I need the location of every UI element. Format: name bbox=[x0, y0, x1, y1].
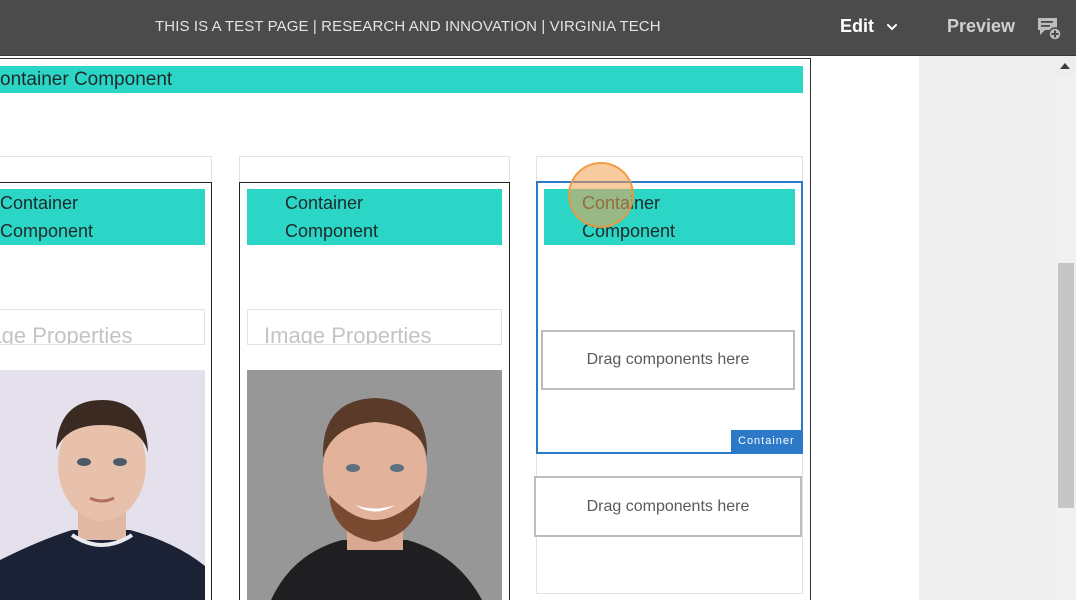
card-line-1: Container bbox=[0, 193, 79, 213]
annotations-icon[interactable] bbox=[1036, 15, 1062, 41]
portrait-image bbox=[247, 370, 502, 600]
chevron-down-icon[interactable] bbox=[885, 20, 899, 34]
portrait-photo-1 bbox=[0, 370, 205, 600]
column-1-image-properties[interactable]: Image Properties bbox=[0, 309, 205, 345]
scrollbar-thumb[interactable] bbox=[1058, 263, 1074, 508]
editor-topbar: THIS IS A TEST PAGE | RESEARCH AND INNOV… bbox=[0, 0, 1076, 56]
portrait-photo-2 bbox=[247, 370, 502, 600]
card-line-2: Component bbox=[0, 221, 94, 241]
selected-container-outline[interactable] bbox=[536, 181, 803, 454]
card-line-1: Container bbox=[285, 193, 364, 213]
column-2-image-properties[interactable]: Image Properties bbox=[247, 309, 502, 345]
side-gutter bbox=[919, 56, 1076, 600]
outer-drag-components-placeholder[interactable]: Drag components here bbox=[534, 476, 802, 537]
image-properties-label: Image Properties bbox=[0, 323, 133, 345]
preview-mode-button[interactable]: Preview bbox=[947, 16, 1015, 37]
scroll-up-arrow-icon[interactable] bbox=[1059, 61, 1071, 71]
column-2-container-component[interactable]: Container Component bbox=[247, 189, 502, 245]
top-container-component[interactable]: ontainer Component bbox=[0, 66, 803, 93]
selected-container-label[interactable]: Container bbox=[731, 430, 802, 452]
portrait-image bbox=[0, 370, 205, 600]
page-title: THIS IS A TEST PAGE | RESEARCH AND INNOV… bbox=[155, 18, 661, 35]
image-properties-label: Image Properties bbox=[264, 323, 432, 345]
card-line-2: Component bbox=[285, 221, 379, 241]
column-1-container-component[interactable]: Container Component bbox=[0, 189, 205, 245]
cursor-highlight bbox=[568, 162, 634, 228]
edit-mode-button[interactable]: Edit bbox=[840, 16, 874, 37]
page-canvas: ontainer Component Container Component I… bbox=[0, 56, 919, 600]
